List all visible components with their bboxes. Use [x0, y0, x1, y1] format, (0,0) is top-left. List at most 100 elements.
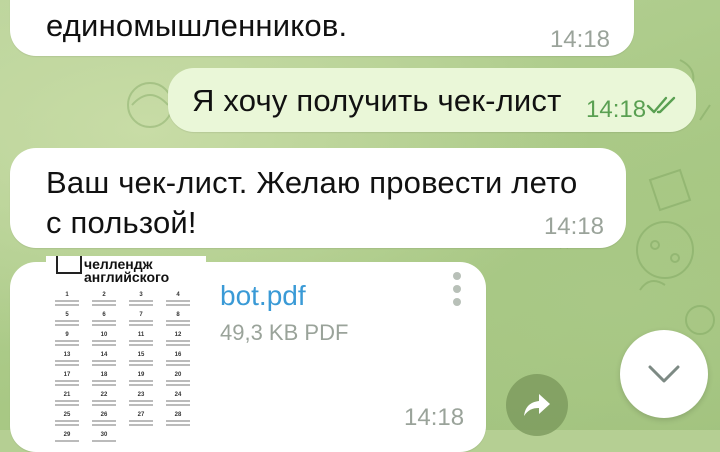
message-text-line: с пользой! — [46, 205, 197, 240]
thumbnail-day-cell: 2 — [89, 292, 119, 312]
thumbnail-text-line — [92, 420, 116, 422]
message-text-line: Ваш чек-лист. Желаю провести лето — [46, 165, 578, 200]
thumbnail-title-line: английского — [84, 269, 170, 285]
thumbnail-text-line — [129, 424, 153, 426]
thumbnail-day-number: 17 — [63, 372, 71, 378]
incoming-message[interactable]: Ваш чек-лист. Желаю провести лето с поль… — [10, 148, 626, 248]
thumbnail-text-line — [92, 384, 116, 386]
thumbnail-day-number: 29 — [63, 432, 71, 438]
thumbnail-day-cell: 9 — [52, 332, 82, 352]
thumbnail-day-number: 11 — [137, 332, 145, 338]
thumbnail-day-number: 2 — [102, 292, 106, 298]
thumbnail-text-line — [129, 384, 153, 386]
thumbnail-text-line — [129, 420, 153, 422]
scroll-down-button[interactable] — [620, 330, 708, 418]
thumbnail-day-number: 4 — [176, 292, 180, 298]
thumbnail-day-number: 10 — [100, 332, 108, 338]
thumbnail-text-line — [166, 320, 190, 322]
thumbnail-text-line — [55, 404, 79, 406]
thumbnail-day-number: 13 — [63, 352, 71, 358]
thumbnail-text-line — [92, 364, 116, 366]
thumbnail-text-line — [166, 304, 190, 306]
thumbnail-text-line — [55, 364, 79, 366]
thumbnail-day-cell: 30 — [89, 432, 119, 442]
file-size: 49,3 KB PDF — [220, 320, 349, 345]
outgoing-message[interactable]: Я хочу получить чек-лист 14:18 — [168, 68, 696, 132]
thumbnail-day-cell: 18 — [89, 372, 119, 392]
thumbnail-text-line — [129, 404, 153, 406]
message-time: 14:18 — [543, 213, 604, 240]
thumbnail-day-number: 20 — [174, 372, 182, 378]
thumbnail-day-cell: 25 — [52, 412, 82, 432]
thumbnail-text-line — [166, 360, 190, 362]
thumbnail-day-number: 8 — [176, 312, 180, 318]
thumbnail-text-line — [55, 440, 79, 442]
thumbnail-text-line — [129, 304, 153, 306]
thumbnail-text-line — [166, 384, 190, 386]
thumbnail-day-cell: 8 — [163, 312, 193, 332]
file-message[interactable]: челлендж английского 1 2 3 4 5 6 7 8 9 10 11 12 13 14… — [10, 256, 486, 452]
thumbnail-text-line — [129, 380, 153, 382]
thumbnail-text-line — [92, 300, 116, 302]
thumbnail-text-line — [55, 340, 79, 342]
thumbnail-text-line — [92, 380, 116, 382]
message-text: единомышленников. — [46, 8, 348, 43]
thumbnail-text-line — [55, 380, 79, 382]
thumbnail-day-number: 9 — [65, 332, 69, 338]
thumbnail-text-line — [92, 344, 116, 346]
thumbnail-day-cell: 20 — [163, 372, 193, 392]
thumbnail-text-line — [92, 320, 116, 322]
thumbnail-day-number: 24 — [174, 392, 182, 398]
thumbnail-text-line — [166, 364, 190, 366]
thumbnail-text-line — [166, 380, 190, 382]
thumbnail-text-line — [55, 324, 79, 326]
thumbnail-day-number: 15 — [137, 352, 145, 358]
thumbnail-text-line — [166, 400, 190, 402]
thumbnail-day-number: 21 — [63, 392, 71, 398]
thumbnail-text-line — [55, 424, 79, 426]
thumbnail-text-line — [55, 304, 79, 306]
thumbnail-text-line — [55, 344, 79, 346]
share-button[interactable] — [506, 374, 568, 436]
thumbnail-text-line — [166, 404, 190, 406]
thumbnail-day-cell: 6 — [89, 312, 119, 332]
thumbnail-day-cell: 19 — [126, 372, 156, 392]
thumbnail-day-number: 14 — [100, 352, 108, 358]
thumbnail-day-cell: 17 — [52, 372, 82, 392]
thumbnail-day-number: 7 — [139, 312, 143, 318]
share-arrow-icon — [524, 394, 550, 416]
thumbnail-text-line — [92, 340, 116, 342]
thumbnail-text-line — [129, 324, 153, 326]
thumbnail-day-number: 23 — [137, 392, 145, 398]
file-name[interactable]: bot.pdf — [220, 280, 306, 312]
thumbnail-day-cell: 21 — [52, 392, 82, 412]
thumbnail-day-number: 18 — [100, 372, 108, 378]
thumbnail-day-cell: 12 — [163, 332, 193, 352]
thumbnail-day-cell: 22 — [89, 392, 119, 412]
thumbnail-day-cell: 1 — [52, 292, 82, 312]
double-check-icon — [646, 94, 678, 121]
thumbnail-day-cell: 7 — [126, 312, 156, 332]
thumbnail-day-number: 27 — [137, 412, 145, 418]
thumbnail-day-number: 6 — [102, 312, 106, 318]
thumbnail-day-cell: 15 — [126, 352, 156, 372]
thumbnail-text-line — [55, 300, 79, 302]
thumbnail-day-number: 16 — [174, 352, 182, 358]
thumbnail-day-cell: 4 — [163, 292, 193, 312]
more-vertical-icon[interactable] — [453, 272, 463, 311]
thumbnail-text-line — [55, 384, 79, 386]
thumbnail-day-cell: 10 — [89, 332, 119, 352]
thumbnail-text-line — [166, 340, 190, 342]
thumbnail-text-line — [92, 400, 116, 402]
thumbnail-text-line — [55, 420, 79, 422]
thumbnail-text-line — [129, 300, 153, 302]
thumbnail-text-line — [129, 344, 153, 346]
thumbnail-day-number: 25 — [63, 412, 71, 418]
thumbnail-day-number: 3 — [139, 292, 143, 298]
thumbnail-day-cell: 29 — [52, 432, 82, 442]
thumbnail-day-cell: 14 — [89, 352, 119, 372]
file-thumbnail[interactable]: челлендж английского 1 2 3 4 5 6 7 8 9 10 11 12 13 14… — [46, 256, 206, 442]
thumbnail-day-cell: 16 — [163, 352, 193, 372]
incoming-message[interactable]: единомышленников. 14:18 — [10, 0, 634, 56]
thumbnail-day-cell: 11 — [126, 332, 156, 352]
